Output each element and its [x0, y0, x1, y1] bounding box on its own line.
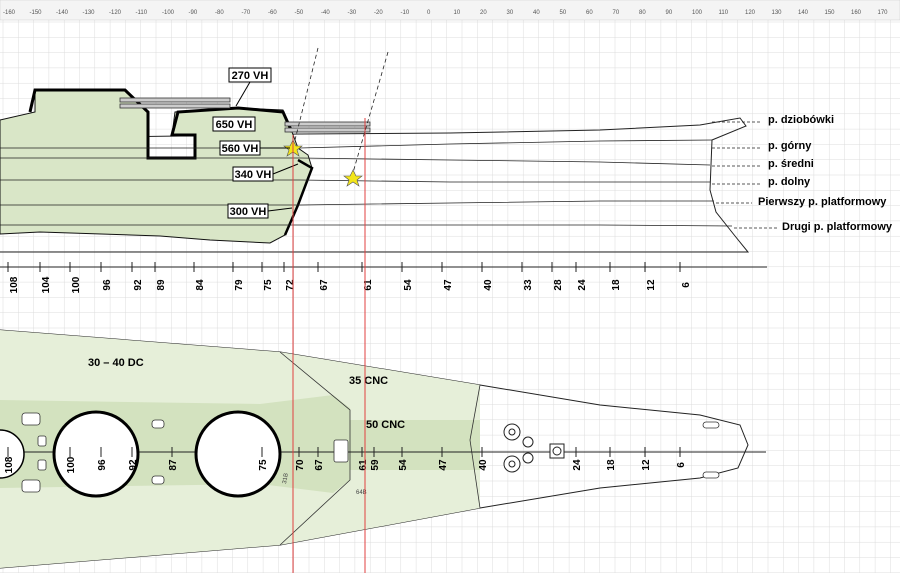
ruler-label: 70: [613, 10, 620, 16]
deck-label: Drugi p. platformowy: [782, 221, 893, 233]
frame-label: 18: [606, 459, 617, 471]
ruler-label: -130: [83, 10, 96, 16]
deck-label: p. dolny: [768, 176, 811, 188]
frame-label: 24: [572, 459, 583, 471]
ruler-label: -150: [30, 10, 43, 16]
ruler-label: 130: [772, 10, 783, 16]
frame-label: 84: [195, 279, 206, 291]
frame-label: 59: [370, 459, 381, 471]
ruler-label: -90: [189, 10, 198, 16]
frame-label: 40: [483, 279, 494, 291]
frame-label: 18: [611, 279, 622, 291]
frame-label: 79: [234, 279, 245, 291]
frame-label: 67: [314, 459, 325, 471]
ruler-label: -140: [56, 10, 69, 16]
ship-armor-diagram: -160 -150 -140 -130 -120 -110 -100 -90 -80 -70 -60…: [0, 0, 900, 573]
ruler-label: 40: [533, 10, 540, 16]
ruler-label: -40: [321, 10, 330, 16]
frame-label: 75: [258, 459, 269, 471]
armor-label: 560 VH: [222, 143, 259, 155]
diagram-canvas: -160 -150 -140 -130 -120 -110 -100 -90 -80 -70 -60…: [0, 0, 900, 573]
ruler-label: 100: [692, 10, 703, 16]
ruler-label: 150: [825, 10, 836, 16]
ruler-label: 60: [586, 10, 593, 16]
capstans: [503, 423, 565, 473]
ruler-label: -20: [374, 10, 383, 16]
frame-label: 75: [263, 279, 274, 291]
frame-label: 89: [156, 279, 167, 291]
frame-label: 12: [646, 279, 657, 291]
frame-label: 47: [443, 279, 454, 291]
ruler-label: -60: [268, 10, 277, 16]
frame-label: 92: [128, 459, 139, 471]
frame-label: 54: [398, 459, 409, 471]
armor-callout-270: 270 VH: [228, 67, 272, 107]
frame-label: 108: [4, 456, 15, 473]
ruler-label: -160: [3, 10, 16, 16]
frame-label: 33: [523, 279, 534, 291]
armor-label: 340 VH: [235, 169, 272, 181]
deck-label: p. średni: [768, 158, 814, 170]
frame-label: 100: [66, 456, 77, 473]
frame-label: 87: [168, 459, 179, 471]
frame-label: 54: [403, 279, 414, 291]
frame-label: 40: [478, 459, 489, 471]
frame-label: 70: [295, 459, 306, 471]
armor-label: 650 VH: [216, 119, 253, 131]
frame-label: 96: [102, 279, 113, 291]
ruler-label: -50: [295, 10, 304, 16]
ruler-label: 110: [719, 10, 729, 16]
ruler-label: 50: [560, 10, 567, 16]
ruler-label: 120: [745, 10, 756, 16]
side-profile: 108 104 100 96 92 89 84 79 75 72 67 61 54 47 40 33 28 24 1…: [0, 47, 893, 293]
armor-label: 300 VH: [230, 206, 267, 218]
ruler-label: -120: [109, 10, 122, 16]
frame-label: 28: [553, 279, 564, 291]
frame-label: 96: [97, 459, 108, 471]
frame-label: 61: [358, 459, 369, 471]
deck-label: p. górny: [768, 140, 812, 152]
armor-callout-650: 650 VH: [212, 116, 256, 132]
ruler-label: 170: [878, 10, 889, 16]
ruler-label: -110: [136, 10, 148, 16]
ruler-label: 20: [480, 10, 487, 16]
ruler-label: 140: [798, 10, 809, 16]
turret-barbette-b: [194, 410, 282, 498]
ruler-label: -70: [242, 10, 251, 16]
plan-label: 50 CNC: [366, 419, 405, 431]
frame-label: 24: [577, 279, 588, 291]
plan-view: 108 100 96 92 87 75 70 67 61 59 54 47 40 24 18 12 6 30 –…: [0, 329, 766, 569]
ruler-label: 10: [454, 10, 461, 16]
top-ruler: -160 -150 -140 -130 -120 -110 -100 -90 -80 -70 -60…: [0, 0, 900, 21]
frame-label: 100: [71, 276, 82, 293]
ruler-label: -80: [215, 10, 224, 16]
frame-label: 6: [676, 462, 687, 468]
frame-label: 72: [285, 279, 296, 291]
ruler-label: -10: [401, 10, 410, 16]
frame-label: 47: [438, 459, 449, 471]
plan-label: 35 CNC: [349, 375, 388, 387]
ruler-label: 160: [851, 10, 862, 16]
frame-label: 104: [41, 276, 52, 293]
turret-barbette-a: [52, 410, 140, 498]
ruler-label: 90: [666, 10, 673, 16]
plan-label: 30 – 40 DC: [88, 357, 144, 369]
frame-label: 6: [681, 282, 692, 288]
frame-label: 12: [641, 459, 652, 471]
ruler-label: 30: [507, 10, 514, 16]
ruler-label: -100: [162, 10, 175, 16]
frame-label: 92: [133, 279, 144, 291]
frame-label: 67: [319, 279, 330, 291]
deck-label: p. dziobówki: [768, 114, 834, 126]
ruler-label: 80: [639, 10, 646, 16]
armor-label: 270 VH: [232, 70, 269, 82]
ruler-label: -30: [348, 10, 357, 16]
deck-label: Pierwszy p. platformowy: [758, 196, 887, 208]
frame-label: 108: [9, 276, 20, 293]
